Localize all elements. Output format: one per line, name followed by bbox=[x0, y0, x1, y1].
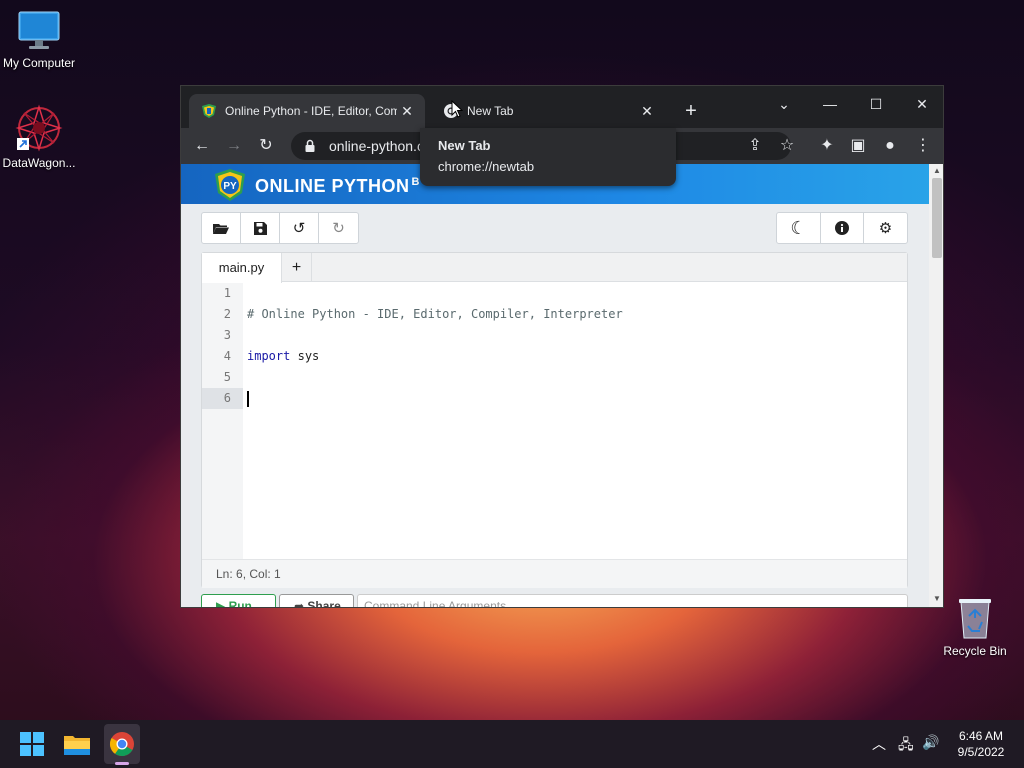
line-number: 4 bbox=[223, 349, 231, 363]
file-actions-group: ↺ ↻ bbox=[201, 212, 359, 244]
redo-icon[interactable]: ↻ bbox=[319, 213, 358, 243]
site-title-suffix: B bbox=[411, 176, 420, 188]
running-app-indicator bbox=[115, 762, 129, 765]
info-icon[interactable] bbox=[821, 213, 864, 243]
line-number: 2 bbox=[223, 307, 231, 321]
scroll-up-arrow-icon[interactable]: ▲ bbox=[929, 166, 943, 175]
web-page: PY ONLINE PYTHON B ↺ ↻ ☾ ⚙ main.py + 1 2… bbox=[181, 164, 929, 608]
line-number: 3 bbox=[223, 328, 231, 342]
desktop-icon-datawagon[interactable]: DataWagon... bbox=[0, 104, 81, 170]
share-label: Share bbox=[307, 599, 341, 608]
lock-icon bbox=[305, 139, 315, 152]
extensions-icon[interactable]: ✦ bbox=[815, 134, 839, 158]
command-line-args-input[interactable]: Command Line Arguments bbox=[357, 594, 908, 608]
desktop-icon-label: Recycle Bin bbox=[943, 644, 1007, 658]
scrollbar-thumb[interactable] bbox=[932, 178, 942, 258]
dark-mode-moon-icon[interactable]: ☾ bbox=[777, 213, 821, 243]
windows-start-icon[interactable] bbox=[16, 728, 48, 760]
file-tab-main-py[interactable]: main.py bbox=[202, 253, 282, 283]
share-button[interactable]: ➦ Share bbox=[279, 594, 354, 608]
monitor-icon bbox=[17, 10, 61, 52]
share-icon[interactable]: ⇪ bbox=[743, 134, 767, 158]
code-comment: # Online Python - IDE, Editor, Compiler,… bbox=[247, 307, 623, 321]
system-clock[interactable]: 6:46 AM 9/5/2022 bbox=[948, 728, 1014, 760]
tab-title: New Tab bbox=[467, 104, 514, 118]
clock-date: 9/5/2022 bbox=[957, 745, 1005, 759]
online-python-favicon bbox=[202, 104, 216, 118]
tab-title: Online Python - IDE, Editor, Compiler, I… bbox=[225, 104, 397, 118]
undo-icon[interactable]: ↺ bbox=[280, 213, 319, 243]
code-line-2: # Online Python - IDE, Editor, Compiler,… bbox=[243, 304, 623, 325]
maximize-button[interactable]: ☐ bbox=[853, 90, 899, 118]
chrome-taskbar-icon[interactable] bbox=[106, 728, 138, 760]
menu-dots-icon[interactable]: ⋮ bbox=[911, 134, 935, 158]
code-area[interactable]: # Online Python - IDE, Editor, Compiler,… bbox=[243, 283, 907, 559]
profile-icon[interactable]: ● bbox=[878, 134, 902, 158]
tab-new-tab[interactable]: New Tab ✕ bbox=[431, 94, 665, 128]
desktop-icon-my-computer[interactable]: My Computer bbox=[0, 10, 81, 70]
settings-group: ☾ ⚙ bbox=[776, 212, 908, 244]
bookmark-star-icon[interactable]: ☆ bbox=[775, 134, 799, 158]
tab-strip: Online Python - IDE, Editor, Compiler, I… bbox=[181, 86, 943, 128]
close-window-button[interactable]: ✕ bbox=[899, 90, 943, 118]
file-explorer-icon[interactable] bbox=[61, 728, 93, 760]
close-tab-icon[interactable]: ✕ bbox=[637, 103, 657, 120]
svg-text:PY: PY bbox=[223, 181, 237, 192]
file-tab-bar: main.py + bbox=[202, 253, 907, 283]
reload-icon[interactable]: ↻ bbox=[254, 134, 278, 158]
tab-hover-card: New Tab chrome://newtab bbox=[420, 128, 676, 186]
code-line-4: import sys bbox=[243, 346, 319, 367]
mouse-cursor-icon bbox=[451, 100, 463, 118]
site-title: ONLINE PYTHON B bbox=[255, 176, 420, 197]
run-label: Run bbox=[228, 599, 252, 608]
hover-card-url: chrome://newtab bbox=[438, 159, 535, 174]
close-tab-icon[interactable]: ✕ bbox=[397, 103, 417, 120]
side-panel-icon[interactable]: ▣ bbox=[846, 134, 870, 158]
line-number: 5 bbox=[223, 370, 231, 384]
save-icon[interactable] bbox=[241, 213, 280, 243]
open-folder-icon[interactable] bbox=[202, 213, 241, 243]
line-number-current: 6 bbox=[202, 388, 243, 409]
network-icon[interactable]: 🖧 bbox=[898, 734, 914, 758]
scroll-down-arrow-icon[interactable]: ▼ bbox=[929, 594, 943, 603]
line-number-gutter: 1 2 3 4 5 6 bbox=[202, 283, 243, 559]
site-title-text: ONLINE PYTHON bbox=[255, 176, 410, 196]
line-number: 1 bbox=[223, 286, 231, 300]
settings-gears-icon[interactable]: ⚙ bbox=[864, 213, 907, 243]
hover-card-title: New Tab bbox=[438, 138, 491, 153]
tab-search-icon[interactable]: ⌄ bbox=[761, 90, 807, 118]
show-hidden-icons-chevron-icon[interactable]: ︿ bbox=[872, 734, 886, 754]
back-arrow-icon[interactable]: ← bbox=[190, 134, 214, 158]
code-editor: main.py + 1 2 3 4 5 6 # Online Python - … bbox=[201, 252, 908, 588]
args-placeholder: Command Line Arguments bbox=[364, 599, 507, 608]
add-file-button[interactable]: + bbox=[282, 253, 312, 282]
volume-icon[interactable]: 🔊 bbox=[922, 734, 939, 751]
cursor-position-status: Ln: 6, Col: 1 bbox=[202, 559, 907, 588]
page-scrollbar[interactable]: ▲ ▼ bbox=[929, 164, 943, 607]
online-python-logo[interactable]: PY bbox=[213, 168, 247, 202]
forward-arrow-icon[interactable]: → bbox=[222, 134, 246, 158]
tab-online-python[interactable]: Online Python - IDE, Editor, Compiler, I… bbox=[189, 94, 425, 128]
recycle-bin-icon bbox=[955, 596, 995, 640]
datawagon-icon bbox=[15, 104, 63, 152]
clock-time: 6:46 AM bbox=[958, 729, 1004, 743]
code-module: sys bbox=[297, 349, 320, 363]
code-keyword: import bbox=[247, 349, 291, 363]
minimize-button[interactable]: — bbox=[807, 90, 853, 118]
code-line-6 bbox=[243, 388, 249, 409]
taskbar: ︿ 🖧 🔊 6:46 AM 9/5/2022 bbox=[0, 720, 1024, 768]
desktop-icon-recycle-bin[interactable]: Recycle Bin bbox=[933, 596, 1017, 658]
new-tab-button[interactable]: + bbox=[679, 100, 703, 124]
desktop-icon-label: DataWagon... bbox=[2, 156, 76, 170]
desktop-icon-label: My Computer bbox=[2, 56, 76, 70]
text-caret bbox=[247, 390, 249, 407]
run-button[interactable]: ▶ Run bbox=[201, 594, 276, 608]
